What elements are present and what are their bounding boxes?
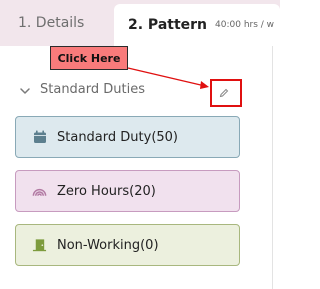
duty-card-label: Standard Duty(50): [57, 129, 178, 145]
tab-bar: 1. Details 2. Pattern 40:00 hrs / w: [0, 0, 280, 46]
duty-card-label: Non-Working(0): [57, 237, 159, 253]
duty-card-standard[interactable]: Standard Duty(50): [15, 116, 240, 158]
calendar-icon: [32, 130, 47, 145]
tab-details-label: 1. Details: [18, 15, 85, 31]
highlight-box: [210, 79, 242, 107]
tab-pattern-label: 2. Pattern: [128, 17, 208, 33]
duty-card-label: Zero Hours(20): [57, 183, 156, 199]
tab-pattern[interactable]: 2. Pattern 40:00 hrs / w: [114, 4, 280, 46]
standard-duties-header[interactable]: Standard Duties: [18, 82, 145, 97]
door-exit-icon: [32, 238, 47, 253]
chevron-down-icon: [18, 83, 32, 97]
pattern-hours-text: 40:00 hrs / w: [215, 20, 275, 30]
duty-card-zero-hours[interactable]: Zero Hours(20): [15, 170, 240, 212]
tab-details[interactable]: 1. Details: [0, 0, 113, 46]
callout-annotation: Click Here: [50, 46, 128, 70]
rainbow-icon: [32, 184, 47, 199]
panel-divider: [272, 46, 273, 289]
callout-text: Click Here: [57, 51, 121, 65]
duty-card-non-working[interactable]: Non-Working(0): [15, 224, 240, 266]
section-title: Standard Duties: [40, 82, 146, 97]
